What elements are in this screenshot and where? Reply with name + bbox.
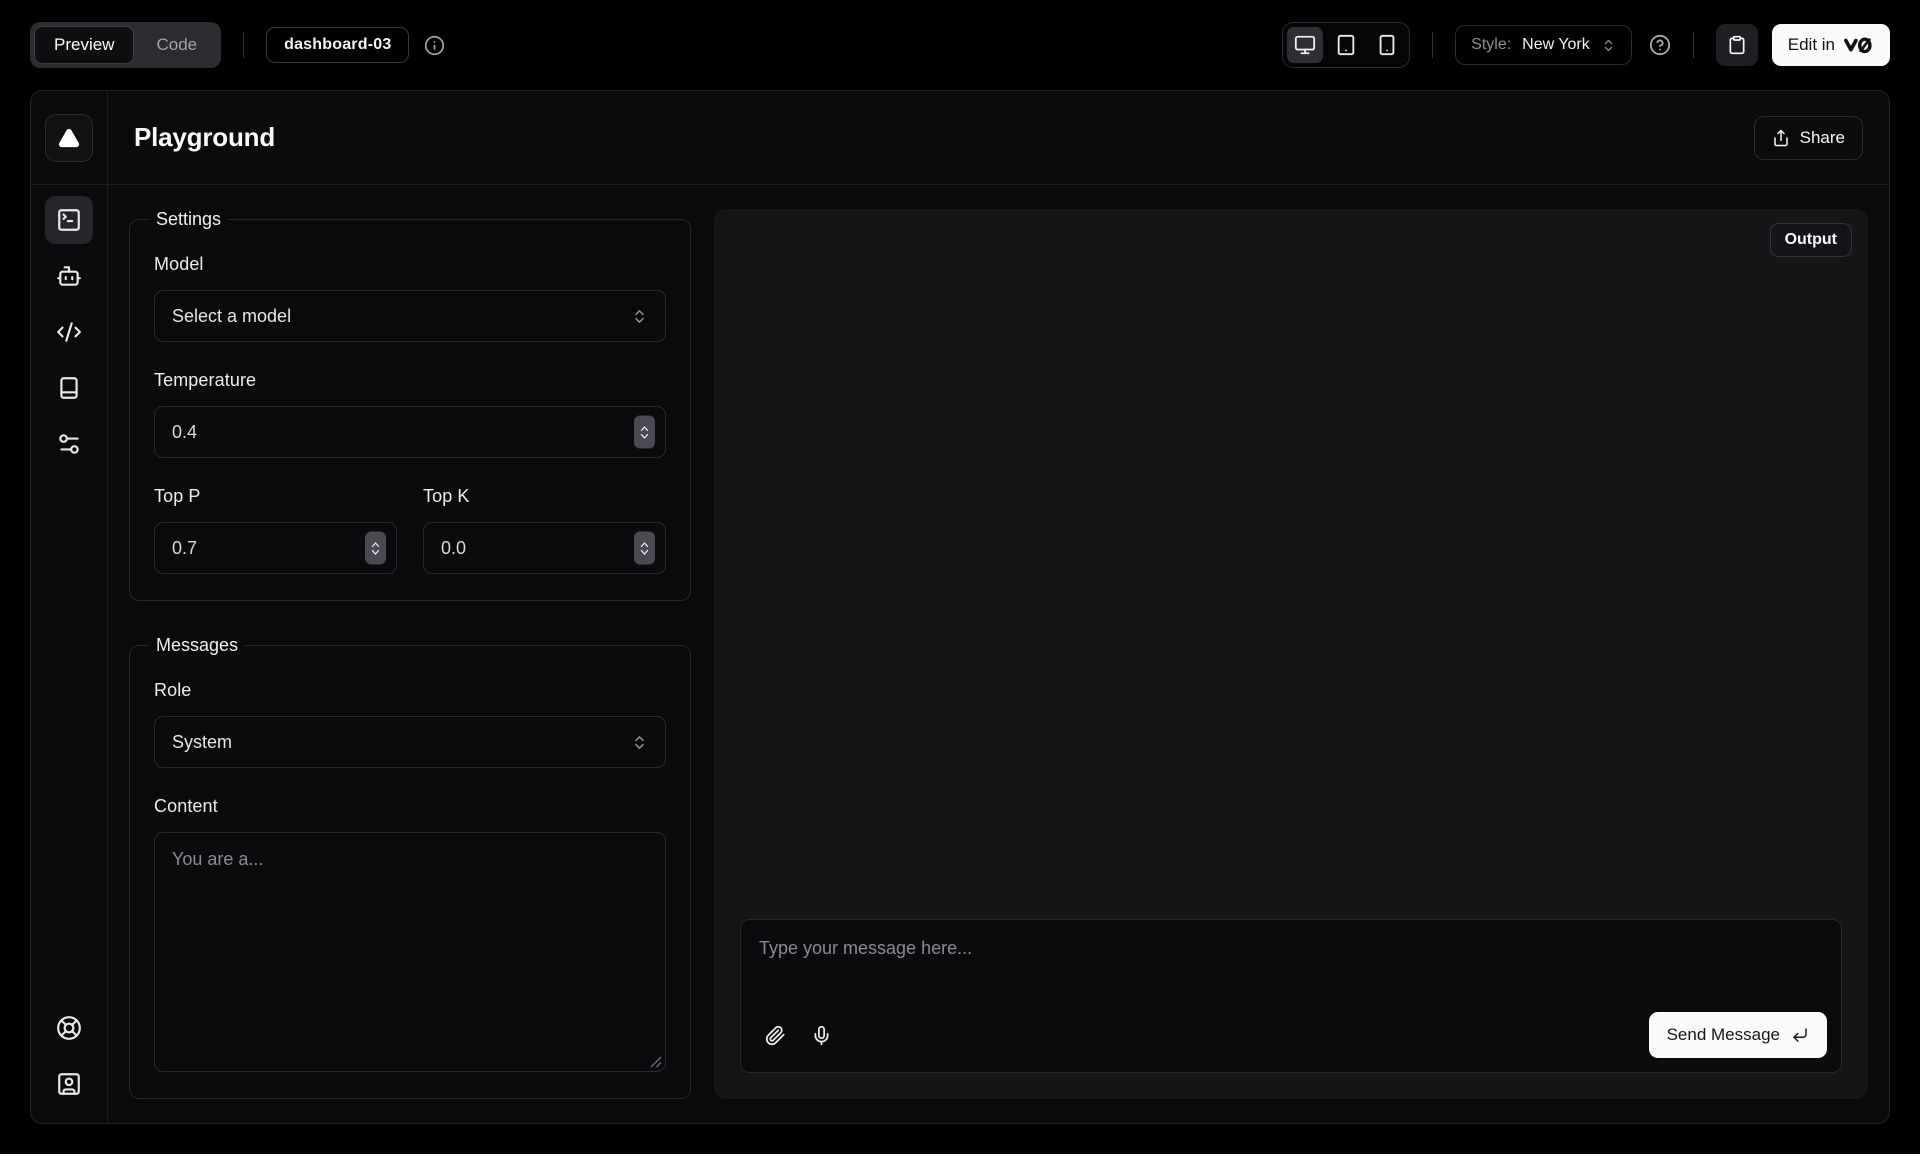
temperature-input[interactable]	[155, 407, 665, 457]
triangle-logo-icon	[58, 127, 80, 149]
edit-in-v0-button[interactable]: Edit in	[1772, 24, 1890, 66]
number-stepper-icon[interactable]	[365, 532, 386, 565]
sidebar-bottom-nav	[45, 1004, 93, 1123]
v0-logo-icon	[1844, 37, 1874, 54]
number-stepper-icon[interactable]	[634, 532, 655, 565]
role-select[interactable]: System	[154, 716, 666, 768]
send-message-button[interactable]: Send Message	[1649, 1012, 1827, 1058]
style-select[interactable]: Style: New York	[1455, 25, 1632, 65]
book-icon	[56, 375, 82, 401]
edit-in-v0-label: Edit in	[1788, 35, 1835, 55]
chevrons-up-down-icon	[1601, 38, 1616, 53]
info-icon[interactable]	[424, 35, 445, 56]
output-panel: Output Send Message	[714, 209, 1868, 1099]
chevrons-up-down-icon	[631, 308, 648, 325]
tab-code[interactable]: Code	[136, 26, 217, 64]
sidebar-item-models[interactable]	[45, 252, 93, 300]
sidebar-item-playground[interactable]	[45, 196, 93, 244]
content-field: Content	[154, 796, 666, 1072]
block-name-badge: dashboard-03	[266, 27, 409, 63]
divider	[1693, 32, 1694, 58]
corner-down-left-icon	[1791, 1026, 1809, 1044]
send-message-label: Send Message	[1667, 1025, 1780, 1045]
share-upload-icon	[1772, 129, 1790, 147]
top-p-label: Top P	[154, 486, 397, 507]
style-select-value: New York	[1522, 36, 1590, 54]
settings-legend: Settings	[149, 209, 228, 230]
top-k-field: Top K	[423, 486, 666, 574]
temperature-input-wrap	[154, 406, 666, 458]
settings-fieldset: Settings Model Select a model Temperatur…	[129, 209, 691, 601]
sidebar-item-documentation[interactable]	[45, 364, 93, 412]
toolbar-right: Style: New York Edit in	[1282, 22, 1890, 68]
resize-handle-icon[interactable]	[650, 1056, 662, 1068]
output-badge: Output	[1770, 223, 1852, 257]
output-empty-area	[740, 235, 1842, 919]
temperature-label: Temperature	[154, 370, 666, 391]
view-toggle: Preview Code	[30, 22, 221, 68]
sidebar-item-api[interactable]	[45, 308, 93, 356]
messages-legend: Messages	[149, 635, 245, 656]
page-header: Playground Share	[108, 91, 1889, 185]
message-input[interactable]	[741, 920, 1841, 1000]
top-k-label: Top K	[423, 486, 666, 507]
code-icon	[56, 319, 82, 345]
top-p-k-row: Top P Top K	[154, 486, 666, 574]
content-textarea[interactable]	[155, 833, 665, 1071]
share-button[interactable]: Share	[1754, 116, 1863, 160]
model-select[interactable]: Select a model	[154, 290, 666, 342]
toolbar-left: Preview Code dashboard-03	[30, 22, 445, 68]
microphone-icon[interactable]	[801, 1015, 841, 1055]
help-icon[interactable]	[1649, 34, 1671, 56]
top-p-field: Top P	[154, 486, 397, 574]
app-sidebar	[31, 91, 108, 1123]
preview-frame: Playground Share Settings Model Select a…	[30, 90, 1890, 1124]
page-title: Playground	[134, 122, 275, 153]
divider	[243, 32, 244, 58]
content-grid: Settings Model Select a model Temperatur…	[108, 185, 1889, 1123]
role-label: Role	[154, 680, 666, 701]
copy-clipboard-icon[interactable]	[1716, 24, 1758, 66]
role-select-value: System	[172, 732, 232, 753]
number-stepper-icon[interactable]	[634, 416, 655, 449]
device-size-toggle	[1282, 22, 1410, 68]
top-k-input-wrap	[423, 522, 666, 574]
chevrons-up-down-icon	[631, 734, 648, 751]
content-textarea-wrap	[154, 832, 666, 1072]
share-button-label: Share	[1800, 128, 1845, 148]
sidebar-item-settings[interactable]	[45, 420, 93, 468]
temperature-field: Temperature	[154, 370, 666, 458]
configuration-column: Settings Model Select a model Temperatur…	[129, 209, 691, 1099]
main-area: Playground Share Settings Model Select a…	[108, 91, 1889, 1123]
top-p-input-wrap	[154, 522, 397, 574]
role-field: Role System	[154, 680, 666, 768]
bot-icon	[56, 263, 82, 289]
model-field: Model Select a model	[154, 254, 666, 342]
sidebar-logo-section	[31, 91, 107, 185]
square-terminal-icon	[56, 207, 82, 233]
desktop-icon[interactable]	[1287, 27, 1323, 63]
settings-sliders-icon	[56, 431, 82, 457]
style-select-label: Style:	[1471, 36, 1511, 54]
sidebar-nav	[45, 185, 93, 468]
top-p-input[interactable]	[155, 523, 396, 573]
composer-toolbar: Send Message	[741, 1000, 1841, 1072]
divider	[1432, 32, 1433, 58]
sidebar-item-account[interactable]	[45, 1060, 93, 1108]
message-composer: Send Message	[740, 919, 1842, 1073]
tablet-icon[interactable]	[1328, 27, 1364, 63]
smartphone-icon[interactable]	[1369, 27, 1405, 63]
life-buoy-icon	[56, 1015, 82, 1041]
sidebar-item-help[interactable]	[45, 1004, 93, 1052]
messages-fieldset: Messages Role System Content	[129, 635, 691, 1099]
model-label: Model	[154, 254, 666, 275]
square-user-icon	[56, 1071, 82, 1097]
app-logo-button[interactable]	[45, 114, 93, 162]
toolbar: Preview Code dashboard-03 Style: New Yor…	[0, 0, 1920, 90]
model-select-value: Select a model	[172, 306, 291, 327]
content-label: Content	[154, 796, 666, 817]
top-k-input[interactable]	[424, 523, 665, 573]
paperclip-icon[interactable]	[755, 1015, 795, 1055]
tab-preview[interactable]: Preview	[34, 26, 134, 64]
